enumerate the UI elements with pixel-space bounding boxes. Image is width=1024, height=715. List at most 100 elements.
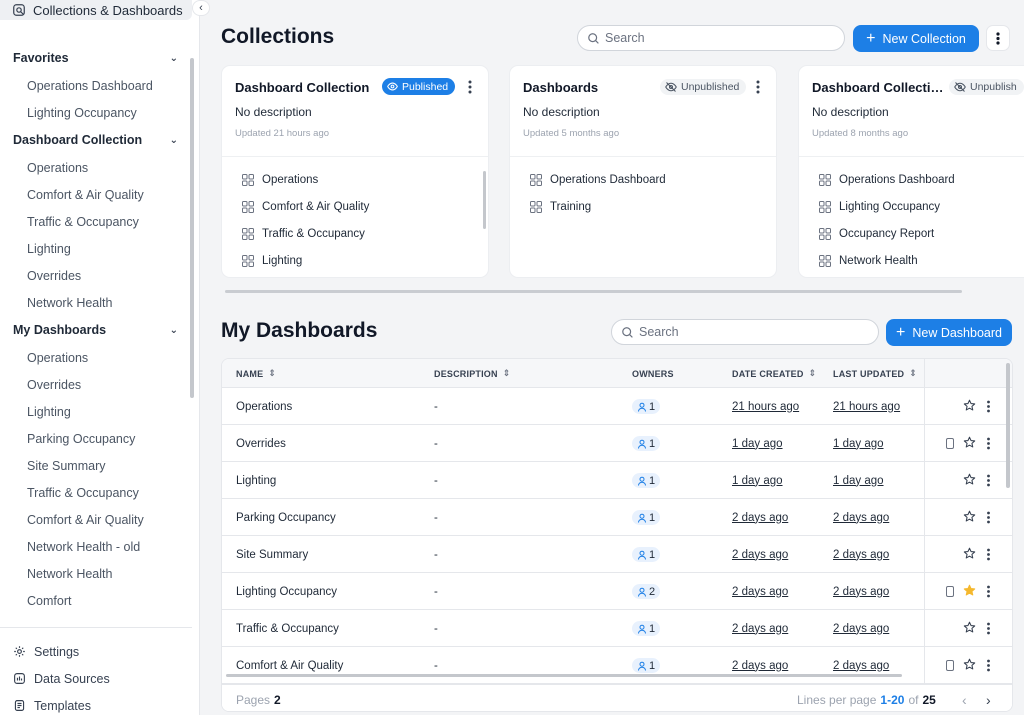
- cell-name[interactable]: Comfort & Air Quality: [236, 647, 343, 684]
- cell-last-updated[interactable]: 1 day ago: [833, 425, 884, 462]
- cell-owners[interactable]: 1: [632, 462, 661, 499]
- owners-pill[interactable]: 1: [632, 658, 661, 673]
- cell-name[interactable]: Operations: [236, 388, 292, 425]
- sidebar-item[interactable]: Operations Dashboard: [0, 72, 192, 99]
- owners-pill[interactable]: 1: [632, 510, 661, 525]
- cell-owners[interactable]: 1: [632, 425, 661, 462]
- lines-per-page[interactable]: Lines per page 1-20 of 25: [797, 685, 936, 711]
- collections-more-button[interactable]: [986, 25, 1010, 51]
- sidebar-item[interactable]: Parking Occupancy: [0, 425, 192, 452]
- collection-card[interactable]: Dashboard Collecti… Unpublish No descrip…: [798, 65, 1024, 278]
- table-row[interactable]: Site Summary - 1 2 days ago 2 days ago: [222, 536, 1012, 573]
- cell-date-created[interactable]: 2 days ago: [732, 573, 788, 610]
- cell-date-created[interactable]: 2 days ago: [732, 610, 788, 647]
- collapse-sidebar-button[interactable]: ‹: [192, 0, 210, 16]
- sidebar-item[interactable]: Overrides: [0, 262, 192, 289]
- new-dashboard-button[interactable]: + New Dashboard: [886, 319, 1012, 346]
- sidebar-item[interactable]: Operations: [0, 344, 192, 371]
- next-page-button[interactable]: ›: [986, 685, 991, 711]
- dashboard-collection-header[interactable]: Dashboard Collection ⌄: [0, 126, 192, 154]
- favorites-header[interactable]: Favorites ⌄: [0, 44, 192, 72]
- cell-last-updated[interactable]: 2 days ago: [833, 536, 889, 573]
- card-dashboard-item[interactable]: Lighting Occupancy: [819, 199, 940, 215]
- cell-owners[interactable]: 1: [632, 647, 661, 684]
- owners-pill[interactable]: 1: [632, 547, 661, 562]
- dashboards-search-input[interactable]: Search: [611, 319, 879, 345]
- table-horizontal-scrollbar[interactable]: [226, 674, 902, 677]
- column-name[interactable]: NAME ⇕: [236, 359, 276, 388]
- collections-search-input[interactable]: Search: [577, 25, 845, 51]
- table-row[interactable]: Parking Occupancy - 1 2 days ago 2 days ago: [222, 499, 1012, 536]
- data-sources-link[interactable]: Data Sources: [0, 665, 192, 692]
- sidebar-item[interactable]: Network Health - old: [0, 533, 192, 560]
- sidebar-item[interactable]: Comfort: [0, 587, 192, 614]
- card-dashboard-item[interactable]: Operations: [242, 172, 318, 188]
- cell-owners[interactable]: 1: [632, 610, 661, 647]
- card-dashboard-item[interactable]: Operations Dashboard: [530, 172, 666, 188]
- sidebar-item[interactable]: Comfort & Air Quality: [0, 506, 192, 533]
- templates-link[interactable]: Templates: [0, 692, 192, 715]
- sidebar-item[interactable]: Comfort & Air Quality: [0, 181, 192, 208]
- sidebar-header[interactable]: Collections & Dashboards: [0, 0, 192, 20]
- my-dashboards-header[interactable]: My Dashboards ⌄: [0, 316, 192, 344]
- collections-scrollbar[interactable]: [225, 290, 962, 293]
- owners-pill[interactable]: 1: [632, 399, 661, 414]
- column-last-updated[interactable]: LAST UPDATED ⇕: [833, 359, 917, 388]
- cell-date-created[interactable]: 1 day ago: [732, 462, 783, 499]
- sidebar-scrollbar[interactable]: [190, 58, 194, 398]
- cell-last-updated[interactable]: 2 days ago: [833, 573, 889, 610]
- cell-date-created[interactable]: 21 hours ago: [732, 388, 799, 425]
- card-dashboard-item[interactable]: Network Health: [819, 253, 918, 269]
- table-row[interactable]: Comfort & Air Quality - 1 2 days ago 2 days …: [222, 647, 1012, 684]
- cell-owners[interactable]: 1: [632, 499, 661, 536]
- cell-last-updated[interactable]: 2 days ago: [833, 647, 889, 684]
- card-dashboard-item[interactable]: Traffic & Occupancy: [242, 226, 365, 242]
- cell-last-updated[interactable]: 1 day ago: [833, 462, 884, 499]
- new-collection-button[interactable]: + New Collection: [853, 25, 979, 52]
- card-kebab-icon[interactable]: [755, 80, 761, 94]
- cell-name[interactable]: Lighting Occupancy: [236, 573, 337, 610]
- owners-pill[interactable]: 1: [632, 436, 661, 451]
- column-description[interactable]: DESCRIPTION ⇕: [434, 359, 510, 388]
- cell-date-created[interactable]: 2 days ago: [732, 647, 788, 684]
- cell-owners[interactable]: 1: [632, 536, 661, 573]
- card-dashboard-item[interactable]: Occupancy Report: [819, 226, 934, 242]
- sidebar-item[interactable]: Lighting Occupancy: [0, 99, 192, 126]
- card-dashboard-item[interactable]: Lighting: [242, 253, 302, 269]
- table-row[interactable]: Overrides - 1 1 day ago 1 day ago: [222, 425, 1012, 462]
- cell-last-updated[interactable]: 2 days ago: [833, 499, 889, 536]
- card-scrollbar[interactable]: [483, 171, 486, 229]
- card-dashboard-item[interactable]: Operations Dashboard: [819, 172, 955, 188]
- collection-card[interactable]: Dashboard Collection Published No descri…: [221, 65, 489, 278]
- card-kebab-icon[interactable]: [467, 80, 473, 94]
- cell-name[interactable]: Traffic & Occupancy: [236, 610, 339, 647]
- cell-name[interactable]: Parking Occupancy: [236, 499, 336, 536]
- column-date-created[interactable]: DATE CREATED ⇕: [732, 359, 816, 388]
- sidebar-item[interactable]: Traffic & Occupancy: [0, 208, 192, 235]
- owners-pill[interactable]: 2: [632, 584, 661, 599]
- sidebar-item[interactable]: Network Health: [0, 289, 192, 316]
- cell-owners[interactable]: 2: [632, 573, 661, 610]
- card-dashboard-item[interactable]: Training: [530, 199, 591, 215]
- sidebar-item[interactable]: Operations: [0, 154, 192, 181]
- settings-link[interactable]: Settings: [0, 638, 192, 665]
- cell-last-updated[interactable]: 2 days ago: [833, 610, 889, 647]
- sidebar-item[interactable]: Site Summary: [0, 452, 192, 479]
- sidebar-item[interactable]: Traffic & Occupancy: [0, 479, 192, 506]
- cell-owners[interactable]: 1: [632, 388, 661, 425]
- table-row[interactable]: Traffic & Occupancy - 1 2 days ago 2 days ag…: [222, 610, 1012, 647]
- collection-card[interactable]: Dashboards Unpublished No description Up…: [509, 65, 777, 278]
- cell-name[interactable]: Overrides: [236, 425, 286, 462]
- cell-date-created[interactable]: 2 days ago: [732, 536, 788, 573]
- cell-date-created[interactable]: 1 day ago: [732, 425, 783, 462]
- cell-date-created[interactable]: 2 days ago: [732, 499, 788, 536]
- sidebar-item[interactable]: Network Health: [0, 560, 192, 587]
- owners-pill[interactable]: 1: [632, 621, 661, 636]
- sidebar-item[interactable]: Lighting: [0, 235, 192, 262]
- card-dashboard-item[interactable]: Comfort & Air Quality: [242, 199, 369, 215]
- sidebar-item[interactable]: Overrides: [0, 371, 192, 398]
- prev-page-button[interactable]: ‹: [962, 685, 967, 711]
- owners-pill[interactable]: 1: [632, 473, 661, 488]
- table-row[interactable]: Operations - 1 21 hours ago 21 hours ago: [222, 388, 1012, 425]
- sidebar-item[interactable]: Lighting: [0, 398, 192, 425]
